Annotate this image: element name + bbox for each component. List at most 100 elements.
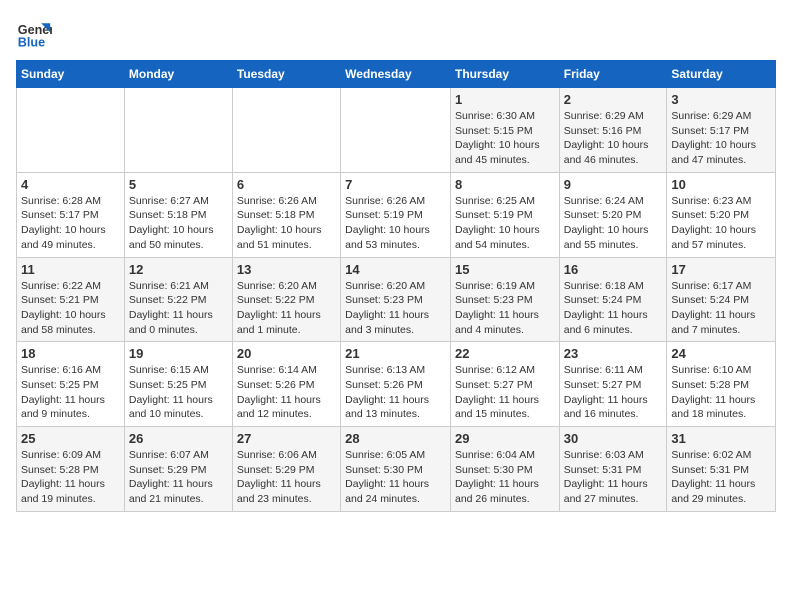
weekday-header-row: SundayMondayTuesdayWednesdayThursdayFrid… (17, 61, 776, 88)
calendar-cell: 3 Sunrise: 6:29 AMSunset: 5:17 PMDaylight… (667, 88, 776, 173)
calendar-cell: 29 Sunrise: 6:04 AMSunset: 5:30 PMDayligh… (450, 427, 559, 512)
day-number: 4 (21, 177, 120, 192)
svg-text:Blue: Blue (18, 36, 45, 50)
day-number: 22 (455, 346, 555, 361)
calendar-cell: 23 Sunrise: 6:11 AMSunset: 5:27 PMDayligh… (559, 342, 667, 427)
weekday-header-friday: Friday (559, 61, 667, 88)
day-number: 3 (671, 92, 771, 107)
calendar-cell: 20 Sunrise: 6:14 AMSunset: 5:26 PMDayligh… (232, 342, 340, 427)
day-number: 1 (455, 92, 555, 107)
day-number: 5 (129, 177, 228, 192)
day-number: 14 (345, 262, 446, 277)
day-number: 12 (129, 262, 228, 277)
calendar-week-row: 18Sunrise: 6:16 AMSunset: 5:25 PMDayligh… (17, 342, 776, 427)
day-number: 10 (671, 177, 771, 192)
calendar-cell: 13 Sunrise: 6:20 AMSunset: 5:22 PMDayligh… (232, 257, 340, 342)
calendar-cell: 17 Sunrise: 6:17 AMSunset: 5:24 PMDayligh… (667, 257, 776, 342)
day-number: 28 (345, 431, 446, 446)
day-info: Sunrise: 6:24 AMSunset: 5:20 PMDaylight:… (564, 194, 663, 253)
day-number: 25 (21, 431, 120, 446)
calendar-cell: 6 Sunrise: 6:26 AMSunset: 5:18 PMDaylight… (232, 172, 340, 257)
calendar-cell (232, 88, 340, 173)
calendar-cell: 16 Sunrise: 6:18 AMSunset: 5:24 PMDayligh… (559, 257, 667, 342)
weekday-header-monday: Monday (124, 61, 232, 88)
day-number: 13 (237, 262, 336, 277)
calendar-cell: 27 Sunrise: 6:06 AMSunset: 5:29 PMDayligh… (232, 427, 340, 512)
calendar-cell: 22 Sunrise: 6:12 AMSunset: 5:27 PMDayligh… (450, 342, 559, 427)
day-number: 26 (129, 431, 228, 446)
weekday-header-tuesday: Tuesday (232, 61, 340, 88)
calendar-cell: 8Sunrise: 6:25 AMSunset: 5:19 PMDaylight… (450, 172, 559, 257)
calendar-cell: 31 Sunrise: 6:02 AMSunset: 5:31 PMDayligh… (667, 427, 776, 512)
day-info: Sunrise: 6:11 AMSunset: 5:27 PMDaylight:… (564, 363, 663, 422)
day-info: Sunrise: 6:15 AMSunset: 5:25 PMDaylight:… (129, 363, 228, 422)
day-info: Sunrise: 6:09 AMSunset: 5:28 PMDaylight:… (21, 448, 120, 507)
day-number: 21 (345, 346, 446, 361)
day-info: Sunrise: 6:29 AMSunset: 5:16 PMDaylight:… (564, 109, 663, 168)
day-number: 2 (564, 92, 663, 107)
day-info: Sunrise: 6:03 AMSunset: 5:31 PMDaylight:… (564, 448, 663, 507)
day-info: Sunrise: 6:26 AMSunset: 5:18 PMDaylight:… (237, 194, 336, 253)
calendar-cell: 11 Sunrise: 6:22 AMSunset: 5:21 PMDayligh… (17, 257, 125, 342)
day-number: 15 (455, 262, 555, 277)
day-info: Sunrise: 6:20 AMSunset: 5:22 PMDaylight:… (237, 279, 336, 338)
calendar-cell: 30 Sunrise: 6:03 AMSunset: 5:31 PMDayligh… (559, 427, 667, 512)
day-info: Sunrise: 6:23 AMSunset: 5:20 PMDaylight:… (671, 194, 771, 253)
day-number: 27 (237, 431, 336, 446)
day-info: Sunrise: 6:05 AMSunset: 5:30 PMDaylight:… (345, 448, 446, 507)
day-number: 17 (671, 262, 771, 277)
day-info: Sunrise: 6:27 AMSunset: 5:18 PMDaylight:… (129, 194, 228, 253)
day-info: Sunrise: 6:18 AMSunset: 5:24 PMDaylight:… (564, 279, 663, 338)
day-number: 24 (671, 346, 771, 361)
calendar-cell: 4 Sunrise: 6:28 AMSunset: 5:17 PMDaylight… (17, 172, 125, 257)
day-info: Sunrise: 6:02 AMSunset: 5:31 PMDaylight:… (671, 448, 771, 507)
calendar-week-row: 4 Sunrise: 6:28 AMSunset: 5:17 PMDaylight… (17, 172, 776, 257)
day-number: 20 (237, 346, 336, 361)
calendar-cell: 24Sunrise: 6:10 AMSunset: 5:28 PMDayligh… (667, 342, 776, 427)
day-info: Sunrise: 6:29 AMSunset: 5:17 PMDaylight:… (671, 109, 771, 168)
day-number: 7 (345, 177, 446, 192)
calendar-cell: 7 Sunrise: 6:26 AMSunset: 5:19 PMDaylight… (341, 172, 451, 257)
day-info: Sunrise: 6:28 AMSunset: 5:17 PMDaylight:… (21, 194, 120, 253)
calendar-cell: 2 Sunrise: 6:29 AMSunset: 5:16 PMDaylight… (559, 88, 667, 173)
day-info: Sunrise: 6:13 AMSunset: 5:26 PMDaylight:… (345, 363, 446, 422)
calendar-cell: 21 Sunrise: 6:13 AMSunset: 5:26 PMDayligh… (341, 342, 451, 427)
day-number: 29 (455, 431, 555, 446)
day-info: Sunrise: 6:16 AMSunset: 5:25 PMDaylight:… (21, 363, 120, 422)
day-number: 30 (564, 431, 663, 446)
header: General Blue (16, 16, 776, 52)
day-info: Sunrise: 6:06 AMSunset: 5:29 PMDaylight:… (237, 448, 336, 507)
day-info: Sunrise: 6:21 AMSunset: 5:22 PMDaylight:… (129, 279, 228, 338)
calendar-cell: 18Sunrise: 6:16 AMSunset: 5:25 PMDayligh… (17, 342, 125, 427)
calendar-week-row: 11 Sunrise: 6:22 AMSunset: 5:21 PMDayligh… (17, 257, 776, 342)
calendar-cell: 5 Sunrise: 6:27 AMSunset: 5:18 PMDaylight… (124, 172, 232, 257)
day-info: Sunrise: 6:12 AMSunset: 5:27 PMDaylight:… (455, 363, 555, 422)
day-info: Sunrise: 6:25 AMSunset: 5:19 PMDaylight:… (455, 194, 555, 253)
calendar-cell: 10 Sunrise: 6:23 AMSunset: 5:20 PMDayligh… (667, 172, 776, 257)
weekday-header-saturday: Saturday (667, 61, 776, 88)
day-number: 6 (237, 177, 336, 192)
calendar-cell: 25 Sunrise: 6:09 AMSunset: 5:28 PMDayligh… (17, 427, 125, 512)
calendar-cell (341, 88, 451, 173)
logo: General Blue (16, 16, 56, 52)
day-number: 9 (564, 177, 663, 192)
logo-icon: General Blue (16, 16, 52, 52)
day-number: 23 (564, 346, 663, 361)
day-info: Sunrise: 6:19 AMSunset: 5:23 PMDaylight:… (455, 279, 555, 338)
day-number: 16 (564, 262, 663, 277)
calendar-week-row: 1 Sunrise: 6:30 AMSunset: 5:15 PMDaylight… (17, 88, 776, 173)
day-number: 11 (21, 262, 120, 277)
calendar-cell: 14Sunrise: 6:20 AMSunset: 5:23 PMDayligh… (341, 257, 451, 342)
day-info: Sunrise: 6:17 AMSunset: 5:24 PMDaylight:… (671, 279, 771, 338)
day-info: Sunrise: 6:14 AMSunset: 5:26 PMDaylight:… (237, 363, 336, 422)
weekday-header-thursday: Thursday (450, 61, 559, 88)
calendar-cell: 19Sunrise: 6:15 AMSunset: 5:25 PMDayligh… (124, 342, 232, 427)
day-info: Sunrise: 6:22 AMSunset: 5:21 PMDaylight:… (21, 279, 120, 338)
day-info: Sunrise: 6:07 AMSunset: 5:29 PMDaylight:… (129, 448, 228, 507)
calendar-cell (17, 88, 125, 173)
day-info: Sunrise: 6:30 AMSunset: 5:15 PMDaylight:… (455, 109, 555, 168)
day-info: Sunrise: 6:04 AMSunset: 5:30 PMDaylight:… (455, 448, 555, 507)
day-number: 31 (671, 431, 771, 446)
day-info: Sunrise: 6:26 AMSunset: 5:19 PMDaylight:… (345, 194, 446, 253)
calendar-cell (124, 88, 232, 173)
